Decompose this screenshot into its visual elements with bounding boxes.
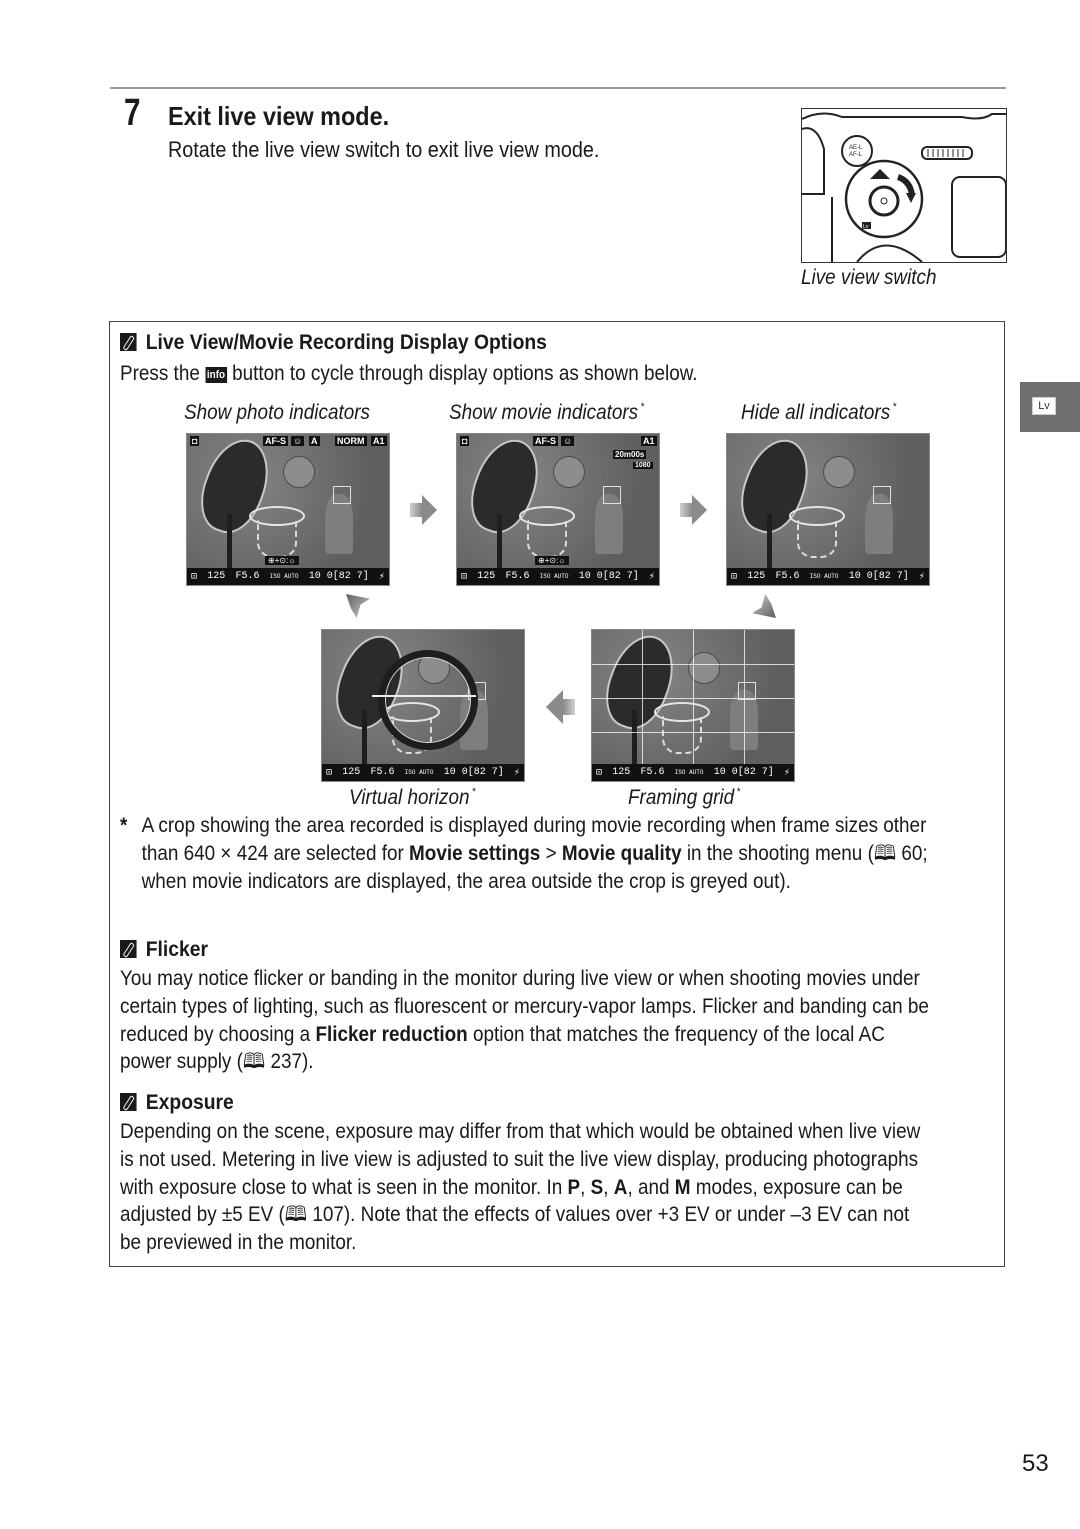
- lv-icon: Lv: [1032, 397, 1056, 415]
- exposure-heading: Exposure: [120, 1091, 234, 1115]
- af-point-frame: [333, 486, 351, 504]
- svg-text:Lv: Lv: [863, 224, 869, 230]
- live-view-chapter-tab[interactable]: Lv: [1020, 382, 1080, 432]
- step-title: Exit live view mode.: [168, 101, 390, 131]
- notes-box: Live View/Movie Recording Display Option…: [109, 321, 1005, 1267]
- af-point-frame: [873, 486, 891, 504]
- display-options-heading: Live View/Movie Recording Display Option…: [120, 331, 547, 355]
- svg-text:AF-L: AF-L: [849, 152, 863, 158]
- footnote: * A crop showing the area recorded is di…: [120, 814, 928, 893]
- step-description: Rotate the live view switch to exit live…: [168, 137, 600, 162]
- screen-hide-all-indicators: ⊡ 125 F5.6 ISO AUTO 10 0[82 7] ⚡: [726, 433, 930, 586]
- section-divider: [110, 87, 1006, 89]
- camera-body-drawing: AE-L AF-L Lv: [802, 112, 1006, 262]
- label-virtual-horizon: Virtual horizon *: [349, 786, 477, 809]
- label-show-photo-indicators: Show photo indicators: [184, 401, 370, 424]
- bottom-indicator-bar: ⊡ 125 F5.6 ISO AUTO 10 0[82 7] ⚡: [457, 568, 659, 585]
- horizon-line: [372, 695, 476, 697]
- top-indicator-bar: ◘ AF-S ☺ A NORM A1: [190, 436, 387, 446]
- metering-icons: ⊕+⊙:☼: [265, 556, 299, 565]
- step-number: 7: [124, 92, 141, 134]
- pencil-note-icon: [120, 940, 137, 958]
- bottom-indicator-bar: ⊡ 125 F5.6 ISO AUTO 10 0[82 7] ⚡: [727, 568, 929, 585]
- arrow-down-left-icon: [752, 594, 776, 618]
- screen-show-movie-indicators: ◘ AF-S ☺ A1 20m00s 1080 ⊕+⊙:☼ ⊡ 125 F5.6…: [456, 433, 660, 586]
- live-view-switch-caption: Live view switch: [801, 266, 937, 289]
- arrow-up-left-icon: [346, 594, 370, 618]
- arrow-left-icon: [546, 690, 575, 724]
- bottom-indicator-bar: ⊡ 125 F5.6 ISO AUTO 10 0[82 7] ⚡: [322, 764, 524, 781]
- screen-virtual-horizon: ⊡ 125 F5.6 ISO AUTO 10 0[82 7] ⚡: [321, 629, 525, 782]
- screen-framing-grid: ⊡ 125 F5.6 ISO AUTO 10 0[82 7] ⚡: [591, 629, 795, 782]
- label-hide-all-indicators: Hide all indicators *: [741, 401, 897, 424]
- arrow-right-icon: [410, 495, 437, 525]
- bottom-indicator-bar: ⊡ 125 F5.6 ISO AUTO 10 0[82 7] ⚡: [187, 568, 389, 585]
- camera-live-view-switch-illustration: AE-L AF-L Lv: [801, 108, 1007, 263]
- flicker-text: You may notice flicker or banding in the…: [120, 967, 929, 1074]
- pencil-note-icon: [120, 333, 137, 351]
- af-point-frame: [603, 486, 621, 504]
- top-indicator-bar: ◘ AF-S ☺ A1 20m00s 1080: [460, 436, 657, 469]
- pencil-note-icon: [120, 1093, 137, 1111]
- metering-icons: ⊕+⊙:☼: [535, 556, 569, 565]
- basketball: [283, 456, 315, 488]
- label-framing-grid: Framing grid *: [628, 786, 741, 809]
- page-number: 53: [1022, 1450, 1049, 1477]
- info-button-icon: info: [205, 367, 227, 383]
- ae-l-af-l-label: AE-L: [849, 145, 863, 151]
- arrow-right-icon: [680, 495, 707, 525]
- display-options-intro: Press the info button to cycle through d…: [120, 362, 698, 385]
- exposure-text: Depending on the scene, exposure may dif…: [120, 1120, 921, 1255]
- label-show-movie-indicators: Show movie indicators *: [449, 401, 645, 424]
- screen-show-photo-indicators: ◘ AF-S ☺ A NORM A1 ⊕+⊙:☼ ⊡ 125 F5.6 ISO …: [186, 433, 390, 586]
- bottom-indicator-bar: ⊡ 125 F5.6 ISO AUTO 10 0[82 7] ⚡: [592, 764, 794, 781]
- virtual-horizon-dial: [378, 650, 478, 750]
- flicker-heading: Flicker: [120, 938, 208, 962]
